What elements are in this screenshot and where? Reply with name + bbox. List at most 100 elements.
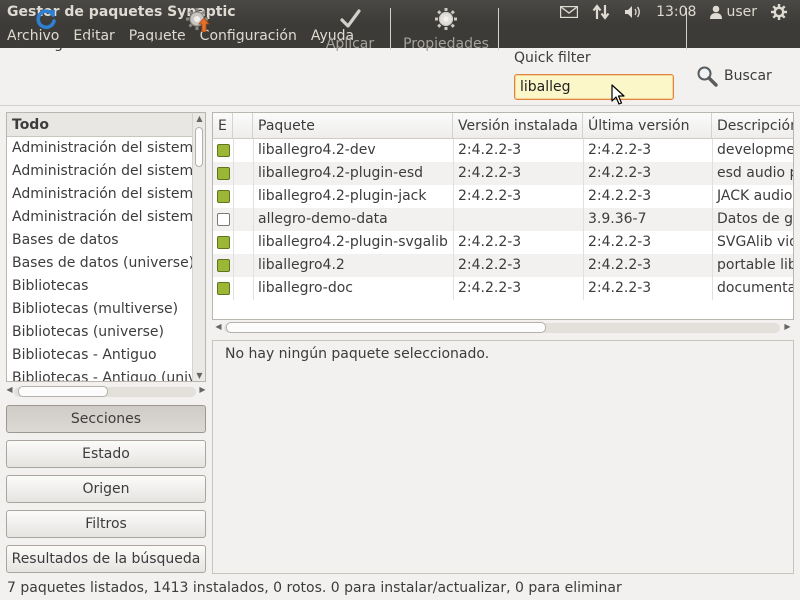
list-item[interactable]: Bibliotecas (universe) [7,321,193,344]
installed-version: 2:4.2.2-3 [458,188,522,204]
column-header-status[interactable]: E [213,113,233,139]
column-divider [233,139,234,300]
table-row[interactable]: liballegro-doc 2:4.2.2-3 2:4.2.2-3 document… [213,277,794,300]
scroll-up-icon[interactable]: ▲ [193,114,205,123]
list-item[interactable]: Administración del sistema [7,160,193,183]
latest-version: 2:4.2.2-3 [588,142,652,158]
table-row[interactable]: liballegro4.2-plugin-svgalib 2:4.2.2-3 2:4… [213,231,793,254]
installed-checkbox[interactable] [217,144,230,157]
apply-label: Aplicar [325,36,375,52]
section-header-todo[interactable]: Todo [7,113,193,137]
latest-version: 2:4.2.2-3 [588,188,652,204]
sections-button[interactable]: Secciones [6,405,206,433]
latest-version: 3.9.36-7 [588,211,647,227]
no-selection-message: No hay ningún paquete seleccionado. [225,346,490,362]
table-row[interactable]: liballegro4.2-plugin-jack 2:4.2.2-3 2:4.2.… [213,185,793,208]
table-row[interactable]: liballegro4.2-dev 2:4.2.2-3 2:4.2.2-3 devel… [213,139,793,162]
filters-button[interactable]: Filtros [6,510,206,538]
list-item[interactable]: Bibliotecas (multiverse) [7,298,193,321]
column-divider [583,139,584,300]
package-name: liballegro4.2-dev [258,142,376,158]
sections-vertical-scrollbar[interactable]: ▲ ▼ [192,113,205,381]
origin-button[interactable]: Origen [6,475,206,503]
network-icon[interactable] [585,0,617,24]
toolbar-separator [390,8,391,50]
table-row[interactable]: liballegro4.2 2:4.2.2-3 2:4.2.2-3 portable … [213,254,793,277]
package-description: documentation for the Allegro library [717,280,794,296]
list-item[interactable]: Administración del sistema [7,206,193,229]
search-button[interactable]: Buscar [696,64,772,88]
user-name: user [726,4,757,20]
properties-button[interactable]: Propiedades [400,4,492,54]
mark-all-upgrades-button[interactable]: Marcar todas las actualizaciones [84,4,312,54]
clock[interactable]: 13:08 [649,0,703,24]
column-divider [712,139,713,300]
scroll-right-icon[interactable]: ▶ [196,385,209,394]
column-header-installed-version[interactable]: Versión instalada [453,113,583,139]
package-description: esd audio plugin for the Allegro library [717,165,793,181]
gear-icon[interactable] [764,0,794,24]
scroll-right-icon[interactable]: ▶ [781,322,794,331]
package-horizontal-scrollbar[interactable]: ◀ ▶ [212,320,794,336]
reload-label: Recargar [14,36,78,52]
column-divider [253,139,254,300]
list-item[interactable]: Administración del sistema [7,137,193,160]
user-menu[interactable]: user [703,0,764,24]
list-item[interactable]: Bibliotecas - Antiguo [7,344,193,367]
installed-checkbox[interactable] [217,236,230,249]
status-bar: 7 paquetes listados, 1413 instalados, 0 … [0,576,800,600]
toolbar-separator [498,8,499,50]
status-cell [213,231,233,254]
installed-checkbox[interactable] [217,259,230,272]
status-button[interactable]: Estado [6,440,206,468]
status-cell [213,277,233,300]
quick-filter-label: Quick filter [514,50,591,66]
package-name: liballegro-doc [258,280,353,296]
sections-list[interactable]: Todo Administración del sistema Administ… [6,112,206,382]
apply-button[interactable]: Aplicar [322,4,378,54]
sections-horizontal-scrollbar[interactable]: ◀ ▶ [6,384,206,398]
package-description: Datos de gráficos y sonido del juego de … [717,211,793,227]
mail-icon[interactable] [553,0,585,24]
installed-checkbox[interactable] [217,282,230,295]
volume-icon[interactable] [617,0,649,24]
list-item[interactable]: Bibliotecas [7,275,193,298]
list-item[interactable]: Bases de datos [7,229,193,252]
installed-checkbox[interactable] [217,167,230,180]
toolbar [0,48,800,106]
search-results-button[interactable]: Resultados de la búsqueda [6,545,206,573]
list-item[interactable]: Bibliotecas - Antiguo (universe) [7,367,193,381]
column-header-package[interactable]: Paquete [253,113,453,139]
reload-button[interactable]: Recargar [12,4,80,54]
package-name: liballegro4.2 [258,257,345,273]
table-row[interactable]: allegro-demo-data 3.9.36-7 Datos de gráfic… [213,208,793,231]
not-installed-checkbox[interactable] [217,213,230,226]
column-header-description[interactable]: Descripción [712,113,793,139]
column-header-support[interactable] [233,113,253,139]
list-item[interactable]: Bases de datos (universe) [7,252,193,275]
installed-version: 2:4.2.2-3 [458,234,522,250]
scrollbar-thumb[interactable] [195,127,203,167]
installed-checkbox[interactable] [217,190,230,203]
installed-version: 2:4.2.2-3 [458,280,522,296]
installed-version: 2:4.2.2-3 [458,257,522,273]
package-name: liballegro4.2-plugin-esd [258,165,423,181]
scrollbar-thumb[interactable] [18,386,108,397]
installed-version: 2:4.2.2-3 [458,142,522,158]
latest-version: 2:4.2.2-3 [588,165,652,181]
upgrade-gear-icon [185,6,211,32]
latest-version: 2:4.2.2-3 [588,257,652,273]
column-header-latest-version[interactable]: Última versión [583,113,712,139]
scrollbar-thumb[interactable] [226,322,546,333]
latest-version: 2:4.2.2-3 [588,280,652,296]
quick-filter-input[interactable] [514,74,674,100]
package-table[interactable]: E Paquete Versión instalada Última versi… [212,112,794,320]
status-cell [213,139,233,162]
scroll-down-icon[interactable]: ▼ [193,371,205,380]
magnifier-icon [696,65,718,87]
mouse-pointer-icon [611,84,625,110]
list-item[interactable]: Administración del sistema [7,183,193,206]
package-name: allegro-demo-data [258,211,388,227]
table-row[interactable]: liballegro4.2-plugin-esd 2:4.2.2-3 2:4.2.2… [213,162,793,185]
user-icon [710,5,723,19]
